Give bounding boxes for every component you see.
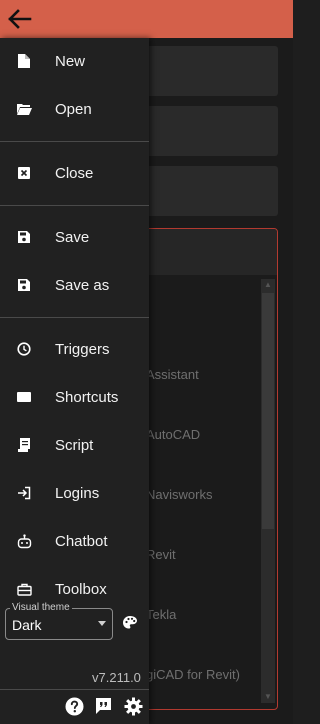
arrow-left-icon <box>8 9 32 29</box>
background-list-item: Navisworks <box>146 487 213 502</box>
menu-item-label: Toolbox <box>55 580 107 598</box>
background-list-item: AutoCAD <box>146 427 201 442</box>
close-box-icon <box>16 165 32 181</box>
menu-item-label: Shortcuts <box>55 388 119 406</box>
menu-item-shortcuts[interactable]: Shortcuts <box>0 377 149 417</box>
navigation-drawer: New Open Close Save Save as Triggers Sho… <box>0 38 149 724</box>
background-list-item: Revit <box>146 547 176 562</box>
gear-icon <box>124 697 142 715</box>
help-icon <box>65 697 83 715</box>
toolbox-icon <box>16 581 32 597</box>
folder-open-icon <box>16 101 32 117</box>
menu-item-save-as[interactable]: Save as <box>0 265 149 305</box>
version-text: v7.211.0 <box>92 670 141 685</box>
menu-item-triggers[interactable]: Triggers <box>0 329 149 369</box>
feedback-icon <box>95 697 111 714</box>
menu-item-chatbot[interactable]: Chatbot <box>0 521 149 561</box>
background-scrollbar: ▲ ▼ <box>261 279 275 703</box>
menu-item-label: Save <box>55 228 90 246</box>
menu-item-label: Open <box>55 100 92 118</box>
login-icon <box>16 485 32 501</box>
clock-icon <box>16 341 32 357</box>
background-list-item: Assistant <box>146 367 199 382</box>
background-panel-header <box>141 229 277 275</box>
menu-item-script[interactable]: Script <box>0 425 149 465</box>
menu-item-label: Script <box>55 436 94 454</box>
background-list-panel: ▲ ▼ <box>140 228 278 710</box>
new-file-icon <box>16 53 32 69</box>
menu-item-label: Save as <box>55 276 110 294</box>
floppy-disk-icon <box>16 277 32 293</box>
background-list-item: giCAD for Revit) <box>146 667 240 682</box>
menu-item-logins[interactable]: Logins <box>0 473 149 513</box>
menu-item-label: Triggers <box>55 340 110 358</box>
background-card <box>140 46 278 96</box>
background-card <box>140 166 278 216</box>
visual-theme-select[interactable]: Visual theme Dark <box>5 602 113 640</box>
menu-item-new[interactable]: New <box>0 41 149 81</box>
robot-icon <box>16 533 32 549</box>
floppy-disk-icon <box>16 229 32 245</box>
background-card <box>140 106 278 156</box>
script-icon <box>16 437 32 453</box>
help-button[interactable] <box>64 696 84 716</box>
settings-button[interactable] <box>123 696 143 716</box>
menu-item-save[interactable]: Save <box>0 217 149 257</box>
menu-item-label: Close <box>55 164 94 182</box>
background-list-item: Tekla <box>146 607 177 622</box>
menu-item-open[interactable]: Open <box>0 89 149 129</box>
chevron-down-icon <box>98 621 106 626</box>
back-button[interactable] <box>4 4 34 34</box>
divider <box>0 317 149 318</box>
top-bar <box>0 0 293 38</box>
menu-item-close[interactable]: Close <box>0 153 149 193</box>
visual-theme-label: Visual theme <box>10 602 72 614</box>
divider <box>0 205 149 206</box>
menu-item-label: Logins <box>55 484 100 502</box>
menu-item-label: New <box>55 52 86 70</box>
feedback-button[interactable] <box>93 696 113 716</box>
palette-icon[interactable] <box>122 615 138 631</box>
visual-theme-value: Dark <box>12 617 42 633</box>
divider <box>0 141 149 142</box>
menu-item-label: Chatbot <box>55 532 108 550</box>
divider <box>0 689 149 690</box>
keyboard-icon <box>16 389 32 405</box>
